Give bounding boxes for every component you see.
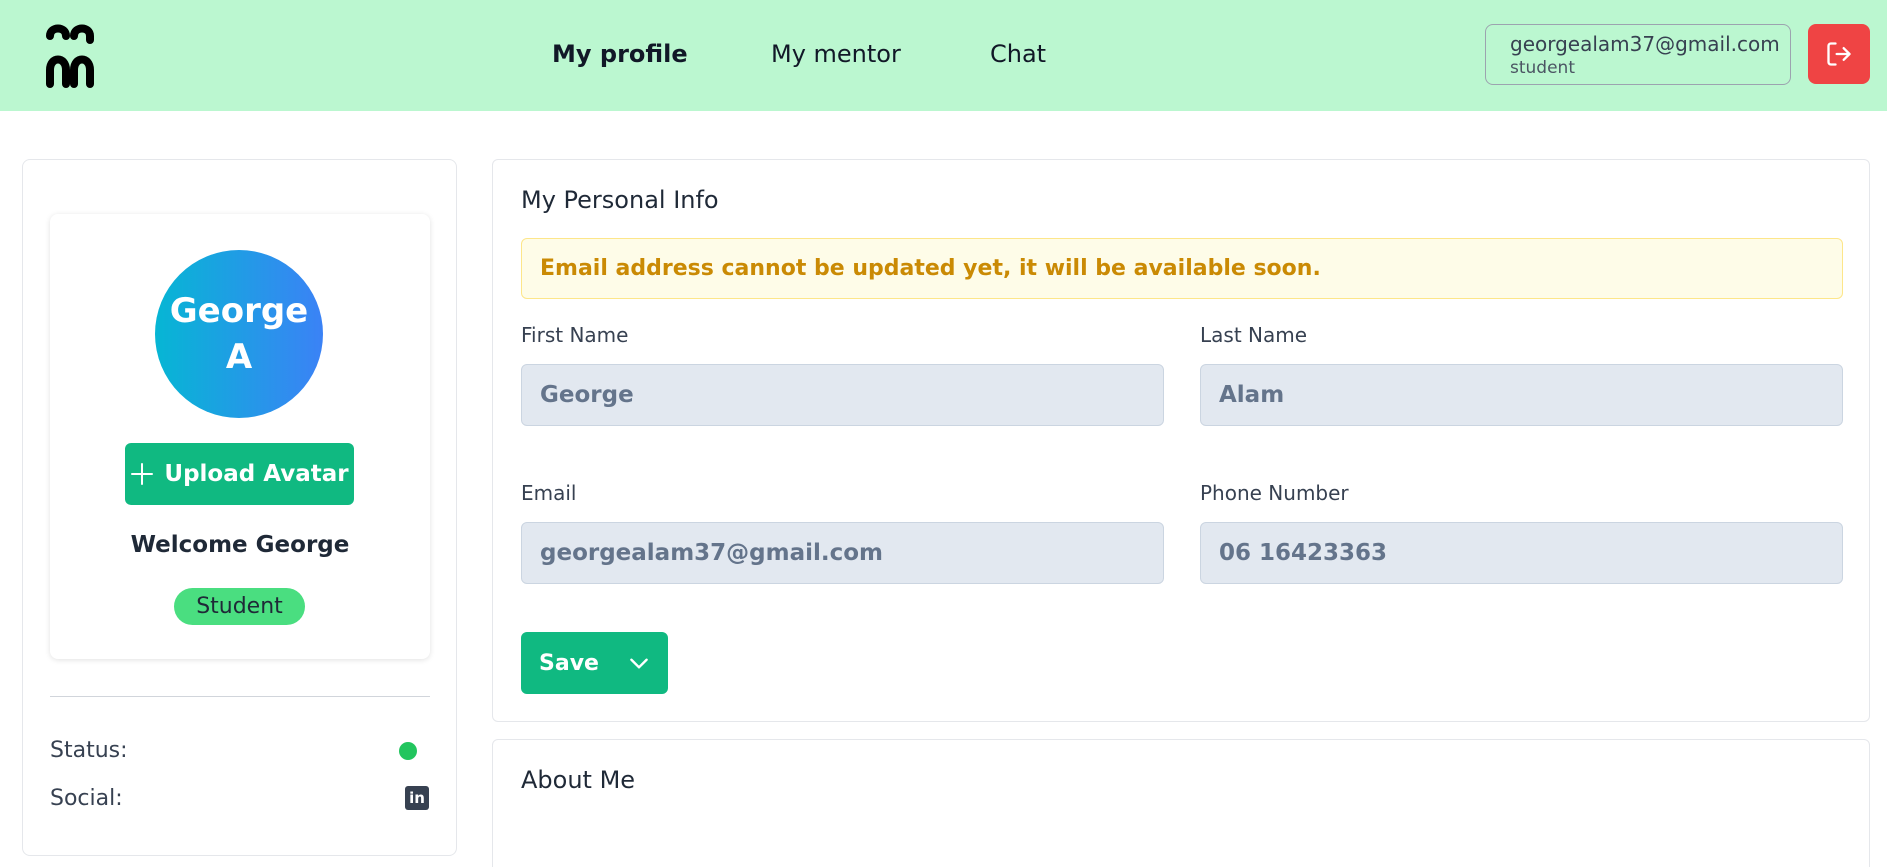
user-role: student xyxy=(1510,58,1575,78)
first-name-label: First Name xyxy=(521,323,629,347)
phone-number-field[interactable] xyxy=(1200,522,1843,584)
personal-info-card: My Personal Info Email address cannot be… xyxy=(492,159,1870,722)
email-field[interactable] xyxy=(521,522,1164,584)
upload-avatar-label: Upload Avatar xyxy=(164,461,349,487)
nav-my-profile[interactable]: My profile xyxy=(552,40,688,68)
nav-my-mentor[interactable]: My mentor xyxy=(771,40,901,68)
save-label: Save xyxy=(539,650,599,676)
status-label: Status: xyxy=(50,738,128,763)
logout-button[interactable] xyxy=(1808,24,1870,84)
profile-card: George A Upload Avatar Welcome George St… xyxy=(50,214,430,659)
profile-sidebar: George A Upload Avatar Welcome George St… xyxy=(22,159,457,856)
email-label: Email xyxy=(521,481,577,505)
about-me-title: About Me xyxy=(521,766,636,794)
avatar: George A xyxy=(155,250,323,418)
linkedin-icon[interactable]: in xyxy=(405,786,429,810)
about-me-card: About Me xyxy=(492,739,1870,867)
chevron-down-icon[interactable] xyxy=(626,650,652,676)
logout-icon xyxy=(1827,42,1851,66)
personal-info-title: My Personal Info xyxy=(521,186,719,214)
first-name-field[interactable] xyxy=(521,364,1164,426)
last-name-field[interactable] xyxy=(1200,364,1843,426)
avatar-line-2: A xyxy=(225,337,253,377)
role-badge: Student xyxy=(174,588,305,625)
save-button[interactable]: Save xyxy=(521,632,668,694)
user-email: georgealam37@gmail.com xyxy=(1510,32,1780,56)
logo-icon[interactable] xyxy=(46,20,94,88)
upload-avatar-button[interactable]: Upload Avatar xyxy=(125,443,354,505)
email-warning-alert: Email address cannot be updated yet, it … xyxy=(521,238,1843,299)
user-info-box[interactable]: georgealam37@gmail.com student xyxy=(1485,24,1791,85)
avatar-line-1: George xyxy=(169,291,309,331)
top-navbar: My profile My mentor Chat georgealam37@g… xyxy=(0,0,1887,111)
status-indicator xyxy=(399,742,417,760)
nav-chat[interactable]: Chat xyxy=(990,40,1046,68)
last-name-label: Last Name xyxy=(1200,323,1308,347)
divider xyxy=(50,696,430,697)
phone-number-label: Phone Number xyxy=(1200,481,1349,505)
welcome-text: Welcome George xyxy=(130,532,350,558)
social-label: Social: xyxy=(50,786,123,811)
plus-icon xyxy=(131,463,154,485)
